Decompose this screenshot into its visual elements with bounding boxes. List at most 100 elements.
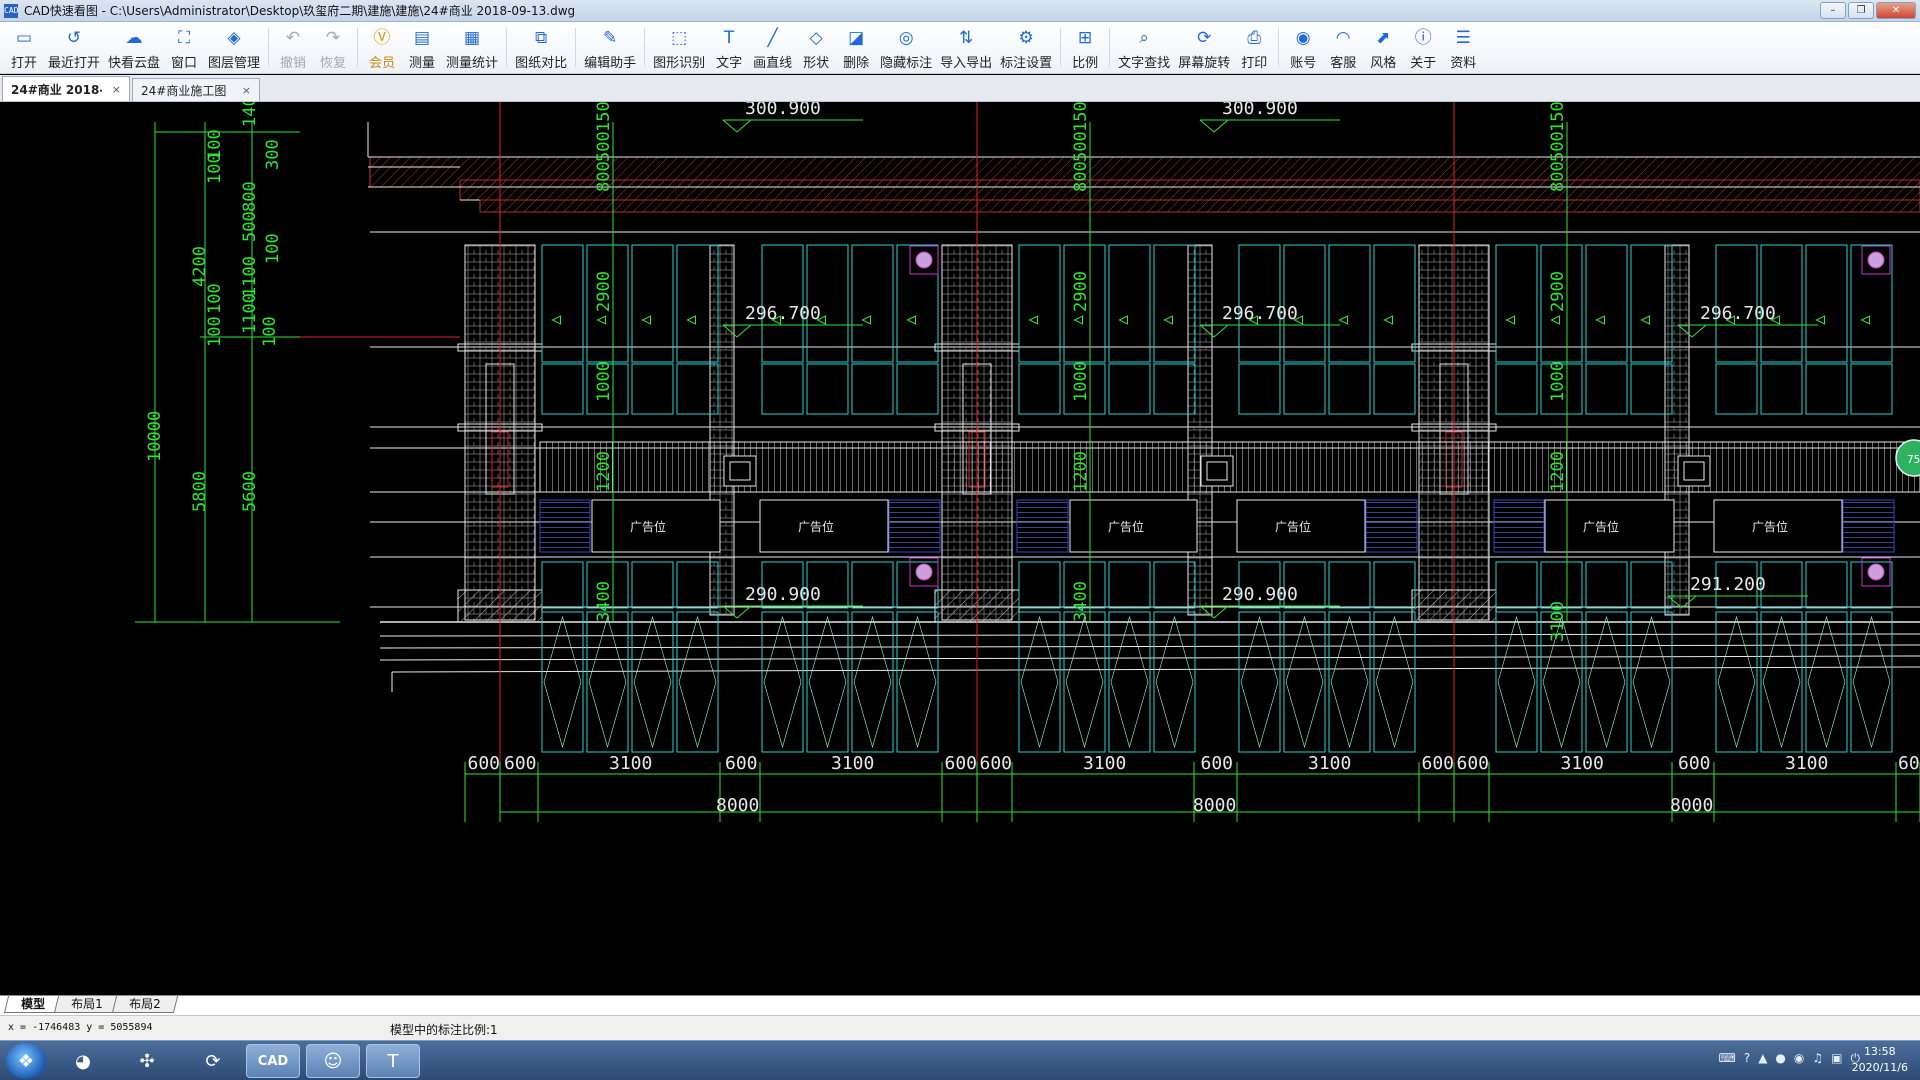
toolbar-button-printer[interactable]: ⎙ 打印 [1234,22,1274,73]
lower-window-pane [586,611,629,753]
document-tab[interactable]: 24#商业 2018-09-1: × [2,76,130,101]
toolbar-button-history[interactable]: ↺ 最近打开 [44,22,104,73]
upper-window-pane [631,244,674,363]
blue-signage-panel [1016,499,1069,553]
bottom-dimension-total-text: 8000 [1193,795,1236,816]
toolbar-button-redo[interactable]: ↷ 恢复 [313,22,353,73]
lower-window-pane [1805,561,1848,609]
toolbar-separator [1060,28,1062,67]
toolbar-button-edit-assistant[interactable]: ✎ 编辑助手 [580,22,640,73]
toolbar-button-measure-stats[interactable]: ▦ 测量统计 [442,22,502,73]
cad-viewer-window: CAD CAD快速看图 - C:\Users\Administrator\Des… [0,0,1920,1080]
lower-window-pane [1373,561,1416,609]
door-swing-diamond [853,615,892,749]
elevation-text: 300.900 [745,102,821,119]
left-dimension-text: 100 [205,316,225,347]
restore-icon[interactable]: ❐ [1848,2,1874,19]
close-tab-icon[interactable]: × [112,83,121,96]
cad-app-icon[interactable]: CAD [246,1044,300,1078]
drawing-canvas[interactable]: 广告位 广告位 广告位 广告位 广告位 广告位 1400 100 300 100 800 500 100… [0,102,1920,995]
toolbar-button-scale[interactable]: ⊞ 比例 [1065,22,1105,73]
bay-dimension-text: 500 [1071,131,1091,162]
lower-window-pane [1373,611,1416,753]
layout-tab[interactable]: 布局2 [111,996,178,1013]
bottom-dimension-text: 3100 [1561,753,1604,774]
elevation-marker [722,119,863,133]
lower-window-pane [1805,611,1848,753]
toolbar-button-annotation-settings[interactable]: ⚙ 标注设置 [996,22,1056,73]
close-tab-icon[interactable]: × [242,84,251,97]
minimize-icon[interactable]: – [1820,2,1846,19]
door-swing-diamond [1852,615,1891,749]
toolbar-button-line[interactable]: ╱ 画直线 [749,22,796,73]
toolbar-button-hide-annotation[interactable]: ◎ 隐藏标注 [876,22,936,73]
chat-icon[interactable]: ● [1775,1051,1785,1066]
style-icon: ⬈ [1376,28,1391,48]
toolbar-button-cloud[interactable]: ☁ 快看云盘 [104,22,164,73]
toolbar-button-rotate-screen[interactable]: ⟳ 屏幕旋转 [1174,22,1234,73]
frieze-medallion [723,455,757,487]
left-dimension-text: 100 [260,316,280,347]
keyboard-icon[interactable]: ⌨ [1718,1051,1735,1066]
upper-window-pane [541,244,584,363]
taskbar-clock[interactable]: 13:58 2020/11/6 [1852,1044,1908,1076]
toolbar-button-text[interactable]: T 文字 [709,22,749,73]
toolbar-button-account[interactable]: ◉ 账号 [1283,22,1323,73]
toolbar-button-measure[interactable]: ▤ 测量 [402,22,442,73]
toolbar-button-undo[interactable]: ↶ 撤销 [273,22,313,73]
toolbar-button-info[interactable]: ⓘ 关于 [1403,22,1443,73]
close-icon[interactable]: ✕ [1876,2,1916,19]
windows-start-icon[interactable]: ❖ [6,1043,46,1079]
app-logo-icon: CAD [4,3,18,18]
color-app-icon[interactable]: ◕ [56,1044,110,1078]
toolbar-button-eraser[interactable]: ◪ 删除 [836,22,876,73]
user-app-icon[interactable]: ☺ [306,1044,360,1078]
display-icon[interactable]: ▣ [1831,1051,1842,1066]
bottom-dimension-text: 600 [504,753,537,774]
door-swing-diamond [678,615,717,749]
window-swing-arrow [1383,315,1393,325]
door-swing-diamond [1587,615,1626,749]
security-icon[interactable]: ◉ [1794,1051,1804,1066]
bottom-dimension-text: 600 [1422,753,1455,774]
toolbar-button-documents[interactable]: ☰ 资料 [1443,22,1483,73]
toolbar-button-window[interactable]: ⛶ 窗口 [164,22,204,73]
text-app-icon[interactable]: T [366,1044,420,1078]
toolbar-label: 打开 [10,56,37,71]
lower-window-pane [1018,611,1061,753]
ad-label: 广告位 [1108,519,1144,534]
toolbar-button-headset[interactable]: ◠ 客服 [1323,22,1363,73]
pinwheel-app-icon[interactable]: ✣ [120,1044,174,1078]
bottom-dimension-text: 600 [725,753,758,774]
document-tab[interactable]: 24#商业施工图 × [132,78,260,101]
left-dimension-text: 10000 [145,411,165,462]
left-dimension-text: 1400 [240,102,260,127]
volume-icon[interactable]: ♫ [1812,1051,1823,1066]
bottom-dimension-text: 3100 [1308,753,1351,774]
toolbar-button-shape[interactable]: ◇ 形状 [796,22,836,73]
printer-icon: ⎙ [1247,28,1261,48]
toolbar-button-layers[interactable]: ◈ 图层管理 [204,22,264,73]
cad-drawing[interactable]: 广告位 广告位 广告位 广告位 广告位 广告位1400100 300100800500100… [0,102,1920,995]
toolbar-button-style[interactable]: ⬈ 风格 [1363,22,1403,73]
toolbar-button-compare[interactable]: ⧉ 图纸对比 [511,22,571,73]
help-icon[interactable]: ? [1744,1051,1750,1066]
toolbar-button-import-export[interactable]: ⇅ 导入导出 [936,22,996,73]
toolbar-button-shape-recognize[interactable]: ⬚ 图形识别 [649,22,709,73]
toolbar-button-folder-open[interactable]: ▭ 打开 [4,22,44,73]
lower-window-pane [851,561,894,609]
refresh-app-icon[interactable]: ⟳ [186,1044,240,1078]
toolbar-label: 删除 [843,56,870,71]
toolbar-label: 账号 [1290,56,1317,71]
account-icon: ◉ [1295,28,1311,48]
toolbar-button-text-search[interactable]: ⌕ 文字查找 [1114,22,1174,73]
frieze-medallion [1200,455,1234,487]
layout-tab[interactable]: 布局1 [53,996,120,1013]
lower-window-pane [896,611,939,753]
folder-open-icon: ▭ [15,28,33,48]
upper-window-pane [1328,244,1371,363]
network-icon[interactable]: ▲ [1758,1051,1767,1066]
upper-window-pane [1373,244,1416,363]
bay-dimension-text: 1000 [1548,361,1568,402]
toolbar-button-vip[interactable]: Ⓥ 会员 [362,22,402,73]
